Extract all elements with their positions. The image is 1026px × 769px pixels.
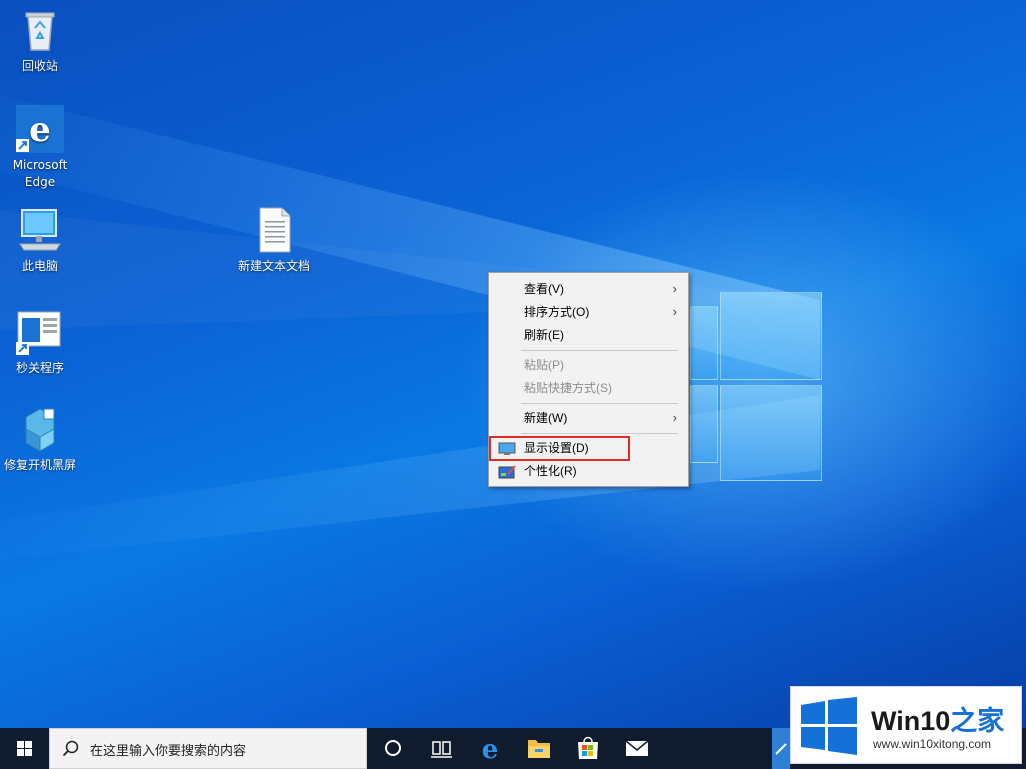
menu-item-label: 粘贴快捷方式(S) <box>524 381 612 395</box>
watermark: Win10之家 www.win10xitong.com <box>790 686 1022 764</box>
menu-item-label: 排序方式(O) <box>524 305 590 319</box>
menu-separator <box>521 433 678 434</box>
watermark-title-suffix: 之家 <box>950 706 1005 736</box>
desktop-icon-label: Microsoft Edge <box>12 158 68 189</box>
svg-text:e: e <box>29 110 51 150</box>
submenu-arrow-icon: › <box>672 410 677 425</box>
taskbar-file-explorer-button[interactable] <box>515 728 563 769</box>
task-view-button[interactable] <box>417 728 465 769</box>
menu-item-label: 刷新(E) <box>524 328 564 342</box>
repair-tool-icon <box>16 405 64 453</box>
personalize-icon <box>498 464 516 479</box>
watermark-title-prefix: Win10 <box>871 706 951 736</box>
annotation-highlight-box <box>489 436 630 461</box>
cortana-button[interactable] <box>369 728 417 769</box>
watermark-title: Win10之家 <box>871 699 1004 738</box>
menu-item-paste: 粘贴(P) <box>490 354 687 376</box>
recycle-bin-icon <box>16 6 64 54</box>
desktop-icon-this-pc[interactable]: 此电脑 <box>0 206 80 275</box>
tray-app-icon[interactable] <box>772 728 790 769</box>
file-explorer-icon <box>528 740 550 758</box>
cortana-icon <box>385 740 401 756</box>
windows-start-icon <box>17 741 32 756</box>
menu-item-label: 新建(W) <box>524 411 568 425</box>
submenu-arrow-icon: › <box>672 304 677 319</box>
svg-text:e: e <box>482 735 499 765</box>
desktop-icon-program[interactable]: 秒关程序 <box>0 308 80 377</box>
desktop-icon-repair[interactable]: 修复开机黑屏 <box>0 405 80 474</box>
search-placeholder: 在这里输入你要搜索的内容 <box>90 743 247 758</box>
desktop-icon-label: 回收站 <box>21 59 58 73</box>
windows-logo-pane-bottom-left <box>690 385 718 463</box>
desktop-icon-recycle-bin[interactable]: 回收站 <box>0 6 80 75</box>
menu-item-view[interactable]: 查看(V) › <box>490 278 687 300</box>
tray-app-icon-glyph <box>772 728 790 769</box>
menu-item-label: 粘贴(P) <box>524 358 564 372</box>
desktop-icon-label: 秒关程序 <box>15 361 64 375</box>
desktop-icon-label: 新建文本文档 <box>237 259 310 273</box>
edge-icon: e <box>482 735 499 765</box>
taskbar-edge-button[interactable]: e <box>466 728 514 769</box>
desktop-icon-text-document[interactable]: 新建文本文档 <box>234 206 314 275</box>
mail-icon <box>625 740 649 756</box>
taskbar-mail-button[interactable] <box>613 728 661 769</box>
win10-logo-icon <box>801 697 857 755</box>
submenu-arrow-icon: › <box>672 281 677 296</box>
desktop-icon-label: 此电脑 <box>21 259 58 273</box>
windows-logo-pane-bottom-right <box>720 385 822 481</box>
menu-separator <box>521 403 678 404</box>
desktop-icon-label: 修复开机黑屏 <box>3 458 76 472</box>
taskbar-store-button[interactable] <box>564 728 612 769</box>
store-icon <box>578 736 598 759</box>
menu-item-label: 查看(V) <box>524 282 564 296</box>
windows-logo-pane-top-right <box>720 292 822 380</box>
menu-separator <box>521 350 678 351</box>
menu-item-sort-by[interactable]: 排序方式(O) › <box>490 301 687 323</box>
start-button[interactable] <box>0 728 48 769</box>
edge-icon: e <box>16 105 64 153</box>
menu-item-label: 个性化(R) <box>524 464 577 478</box>
menu-item-new[interactable]: 新建(W) › <box>490 407 687 429</box>
menu-item-refresh[interactable]: 刷新(E) <box>490 324 687 346</box>
watermark-url: www.win10xitong.com <box>873 737 992 751</box>
desktop-icon-edge[interactable]: e Microsoft Edge <box>0 105 80 191</box>
task-view-icon <box>431 741 452 758</box>
search-icon <box>62 740 79 757</box>
windows-logo-pane-top-left <box>690 306 718 380</box>
text-document-icon <box>250 206 298 254</box>
taskbar-search-box[interactable]: 在这里输入你要搜索的内容 <box>49 728 367 769</box>
program-shortcut-icon <box>16 308 64 356</box>
menu-item-personalize[interactable]: 个性化(R) <box>490 460 687 482</box>
menu-item-paste-shortcut: 粘贴快捷方式(S) <box>490 377 687 399</box>
computer-icon <box>16 206 64 254</box>
